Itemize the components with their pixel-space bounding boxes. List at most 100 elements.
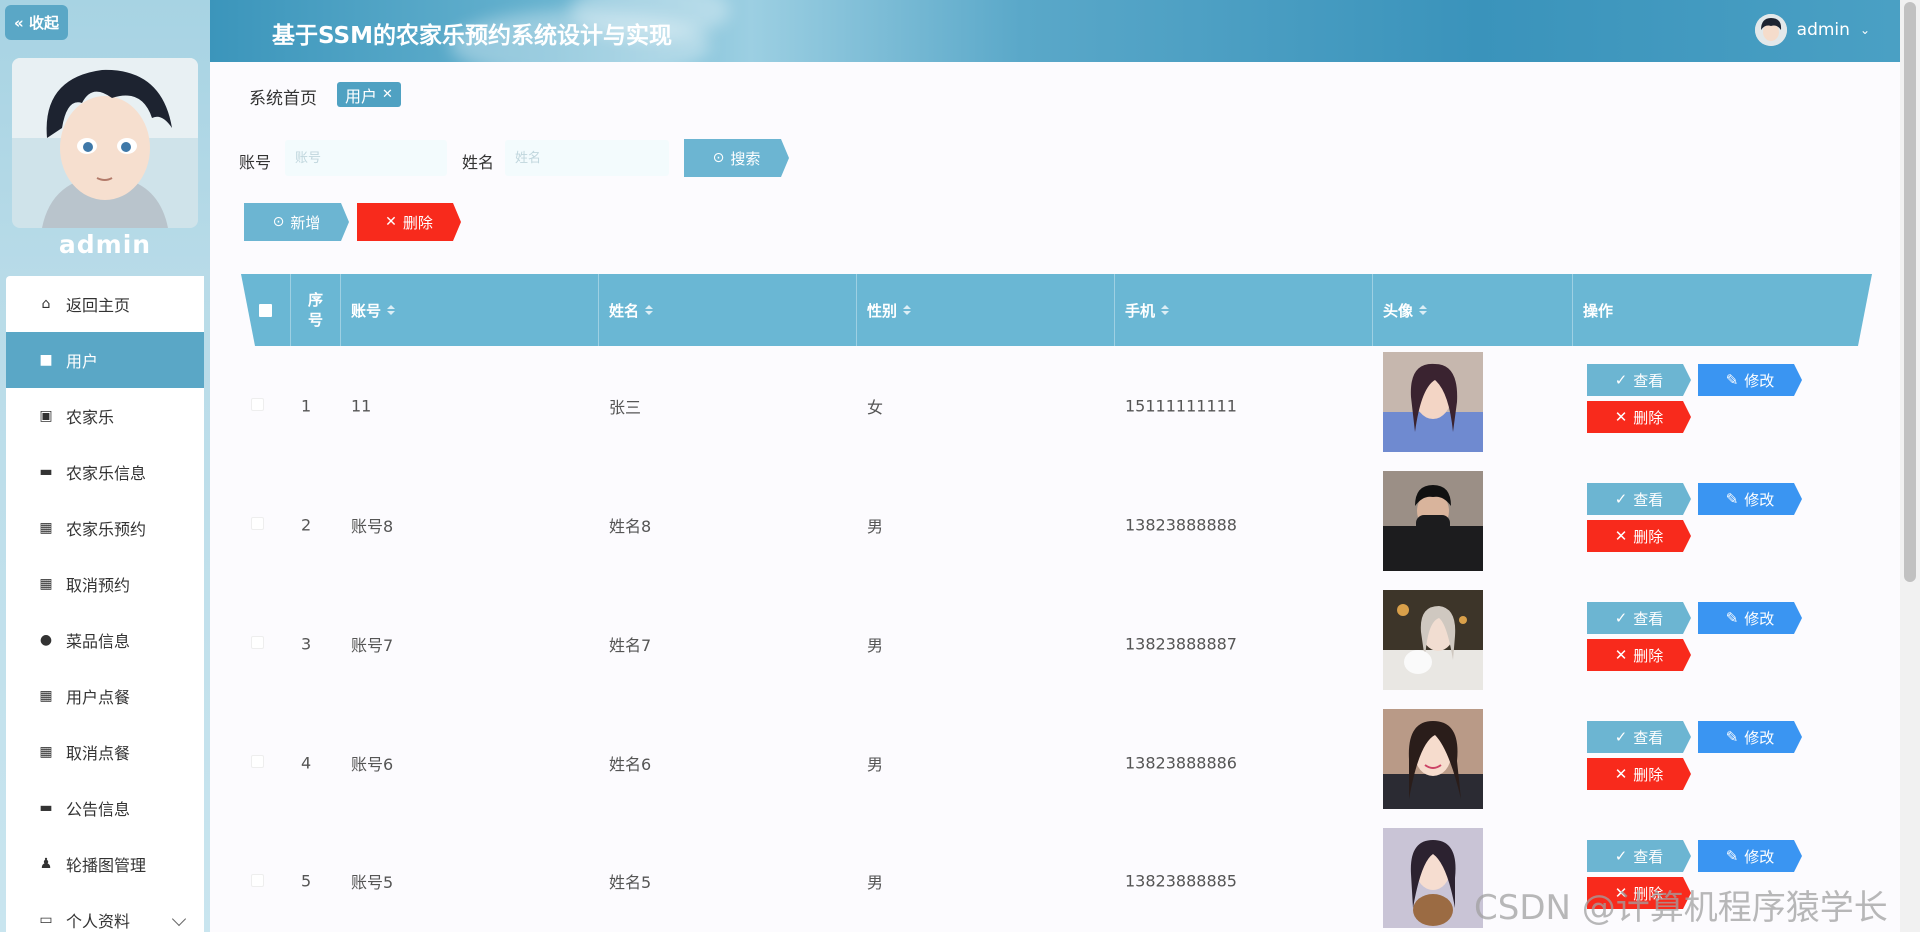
sidebar-item-farmhouse-info[interactable]: ▬ 农家乐信息	[6, 444, 204, 500]
cell-index: 4	[301, 753, 312, 772]
collapse-button[interactable]: « 收起	[5, 5, 68, 40]
edit-button[interactable]: ✎ 修改	[1698, 840, 1802, 872]
row-checkbox[interactable]	[251, 755, 264, 768]
column-header-name[interactable]: 姓名	[599, 274, 857, 346]
user-photo	[1383, 590, 1483, 690]
user-menu[interactable]: admin ⌄	[1754, 14, 1870, 46]
cell-gender: 女	[867, 397, 884, 417]
sidebar-item-dish-info[interactable]: ● 菜品信息	[6, 612, 204, 668]
user-photo	[1383, 471, 1483, 571]
column-header-actions: 操作	[1573, 274, 1872, 346]
sidebar-item-farmhouse-booking[interactable]: ▦ 农家乐预约	[6, 500, 204, 556]
view-button[interactable]: ✓ 查看	[1587, 721, 1691, 753]
select-all-checkbox[interactable]	[259, 304, 272, 317]
sidebar-item-cancel-booking[interactable]: ▦ 取消预约	[6, 556, 204, 612]
sort-icon[interactable]	[1419, 305, 1427, 315]
delete-button-label: 删除	[1633, 527, 1664, 546]
sidebar-item-user[interactable]: ■ 用户	[6, 332, 204, 388]
edit-button[interactable]: ✎ 修改	[1698, 602, 1802, 634]
add-button[interactable]: ⊙ 新增	[244, 203, 349, 241]
delete-button[interactable]: ✕ 删除	[1587, 401, 1691, 433]
column-header-label: 手机	[1125, 301, 1156, 320]
sort-icon[interactable]	[387, 305, 395, 315]
breadcrumb-home[interactable]: 系统首页	[249, 84, 317, 109]
sidebar-item-cancel-order[interactable]: ▦ 取消点餐	[6, 724, 204, 780]
user-photo	[1383, 709, 1483, 809]
cell-account: 账号7	[351, 635, 394, 655]
account-search-input[interactable]	[285, 140, 447, 176]
cell-gender: 男	[867, 873, 884, 892]
row-checkbox[interactable]	[251, 874, 264, 887]
sidebar-item-notice[interactable]: ▬ 公告信息	[6, 780, 204, 836]
row-checkbox[interactable]	[251, 398, 264, 411]
edit-button[interactable]: ✎ 修改	[1698, 364, 1802, 396]
column-header-phone[interactable]: 手机	[1115, 274, 1373, 346]
name-search-input[interactable]	[505, 140, 669, 176]
delete-button[interactable]: ✕ 删除	[1587, 520, 1691, 552]
cell-name: 姓名6	[609, 754, 652, 774]
user-photo	[1383, 352, 1483, 452]
cell-name: 姓名5	[609, 873, 652, 892]
edit-button[interactable]: ✎ 修改	[1698, 483, 1802, 515]
row-checkbox[interactable]	[251, 636, 264, 649]
close-icon[interactable]: ✕	[382, 87, 393, 102]
sidebar-username: admin	[58, 230, 152, 259]
check-icon: ✓	[1614, 609, 1628, 627]
delete-button[interactable]: ✕ 删除	[1587, 758, 1691, 790]
view-button[interactable]: ✓ 查看	[1587, 602, 1691, 634]
sidebar-item-user-order[interactable]: ▦ 用户点餐	[6, 668, 204, 724]
check-icon: ✓	[1614, 847, 1628, 865]
scrollbar-thumb[interactable]	[1904, 2, 1916, 582]
chart-icon: ▣	[39, 408, 53, 424]
header-avatar	[1754, 14, 1787, 46]
row-checkbox[interactable]	[251, 517, 264, 530]
search-icon: ⊙	[712, 150, 725, 166]
column-header-label: 头像	[1383, 301, 1414, 320]
cell-phone: 13823888887	[1125, 634, 1237, 653]
breadcrumb-current: 用户	[345, 86, 378, 106]
select-all-cell	[241, 274, 291, 346]
sidebar-item-label: 取消点餐	[66, 744, 131, 763]
view-button[interactable]: ✓ 查看	[1587, 364, 1691, 396]
user-photo	[1383, 828, 1483, 928]
edit-button-label: 修改	[1744, 371, 1775, 390]
view-button[interactable]: ✓ 查看	[1587, 840, 1691, 872]
sidebar-item-label: 农家乐	[66, 408, 115, 427]
view-button-label: 查看	[1633, 728, 1664, 747]
edit-button[interactable]: ✎ 修改	[1698, 721, 1802, 753]
sidebar-item-home[interactable]: ⌂ 返回主页	[6, 276, 204, 332]
column-header-account[interactable]: 账号	[341, 274, 599, 346]
breadcrumb-tab-user[interactable]: 用户 ✕	[337, 82, 401, 107]
search-button[interactable]: ⊙ 搜索	[684, 139, 789, 177]
delete-button[interactable]: ✕ 删除	[1587, 639, 1691, 671]
sidebar-item-label: 用户	[66, 352, 99, 371]
sidebar-item-farmhouse[interactable]: ▣ 农家乐	[6, 388, 204, 444]
cell-index: 1	[301, 396, 312, 415]
column-header-gender[interactable]: 性别	[857, 274, 1115, 346]
cell-index: 5	[301, 871, 312, 891]
edit-icon: ✎	[1725, 490, 1739, 508]
search-button-label: 搜索	[730, 149, 761, 168]
view-button-label: 查看	[1633, 371, 1664, 390]
sidebar-item-profile[interactable]: ▭ 个人资料	[6, 892, 204, 932]
view-button[interactable]: ✓ 查看	[1587, 483, 1691, 515]
sort-icon[interactable]	[903, 305, 911, 315]
sort-icon[interactable]	[1161, 305, 1169, 315]
vertical-scrollbar[interactable]	[1900, 0, 1920, 932]
check-icon: ✓	[1614, 490, 1628, 508]
edit-button-label: 修改	[1744, 490, 1775, 509]
sort-icon[interactable]	[645, 305, 653, 315]
edit-icon: ✎	[1725, 847, 1739, 865]
bulk-delete-button[interactable]: ✕ 删除	[357, 203, 461, 241]
view-button-label: 查看	[1633, 609, 1664, 628]
column-header-avatar[interactable]: 头像	[1373, 274, 1573, 346]
cell-phone: 13823888885	[1125, 871, 1237, 891]
check-icon: ✓	[1614, 728, 1628, 746]
sidebar-item-label: 农家乐信息	[66, 464, 147, 483]
sidebar-item-carousel[interactable]: ♟ 轮播图管理	[6, 836, 204, 892]
sidebar-item-label: 轮播图管理	[66, 856, 147, 875]
close-icon: ✕	[1614, 646, 1628, 664]
account-label: 账号	[239, 153, 272, 172]
watermark: CSDN @计算机程序猿学长	[1474, 888, 1888, 928]
sidebar-item-label: 返回主页	[66, 296, 131, 315]
